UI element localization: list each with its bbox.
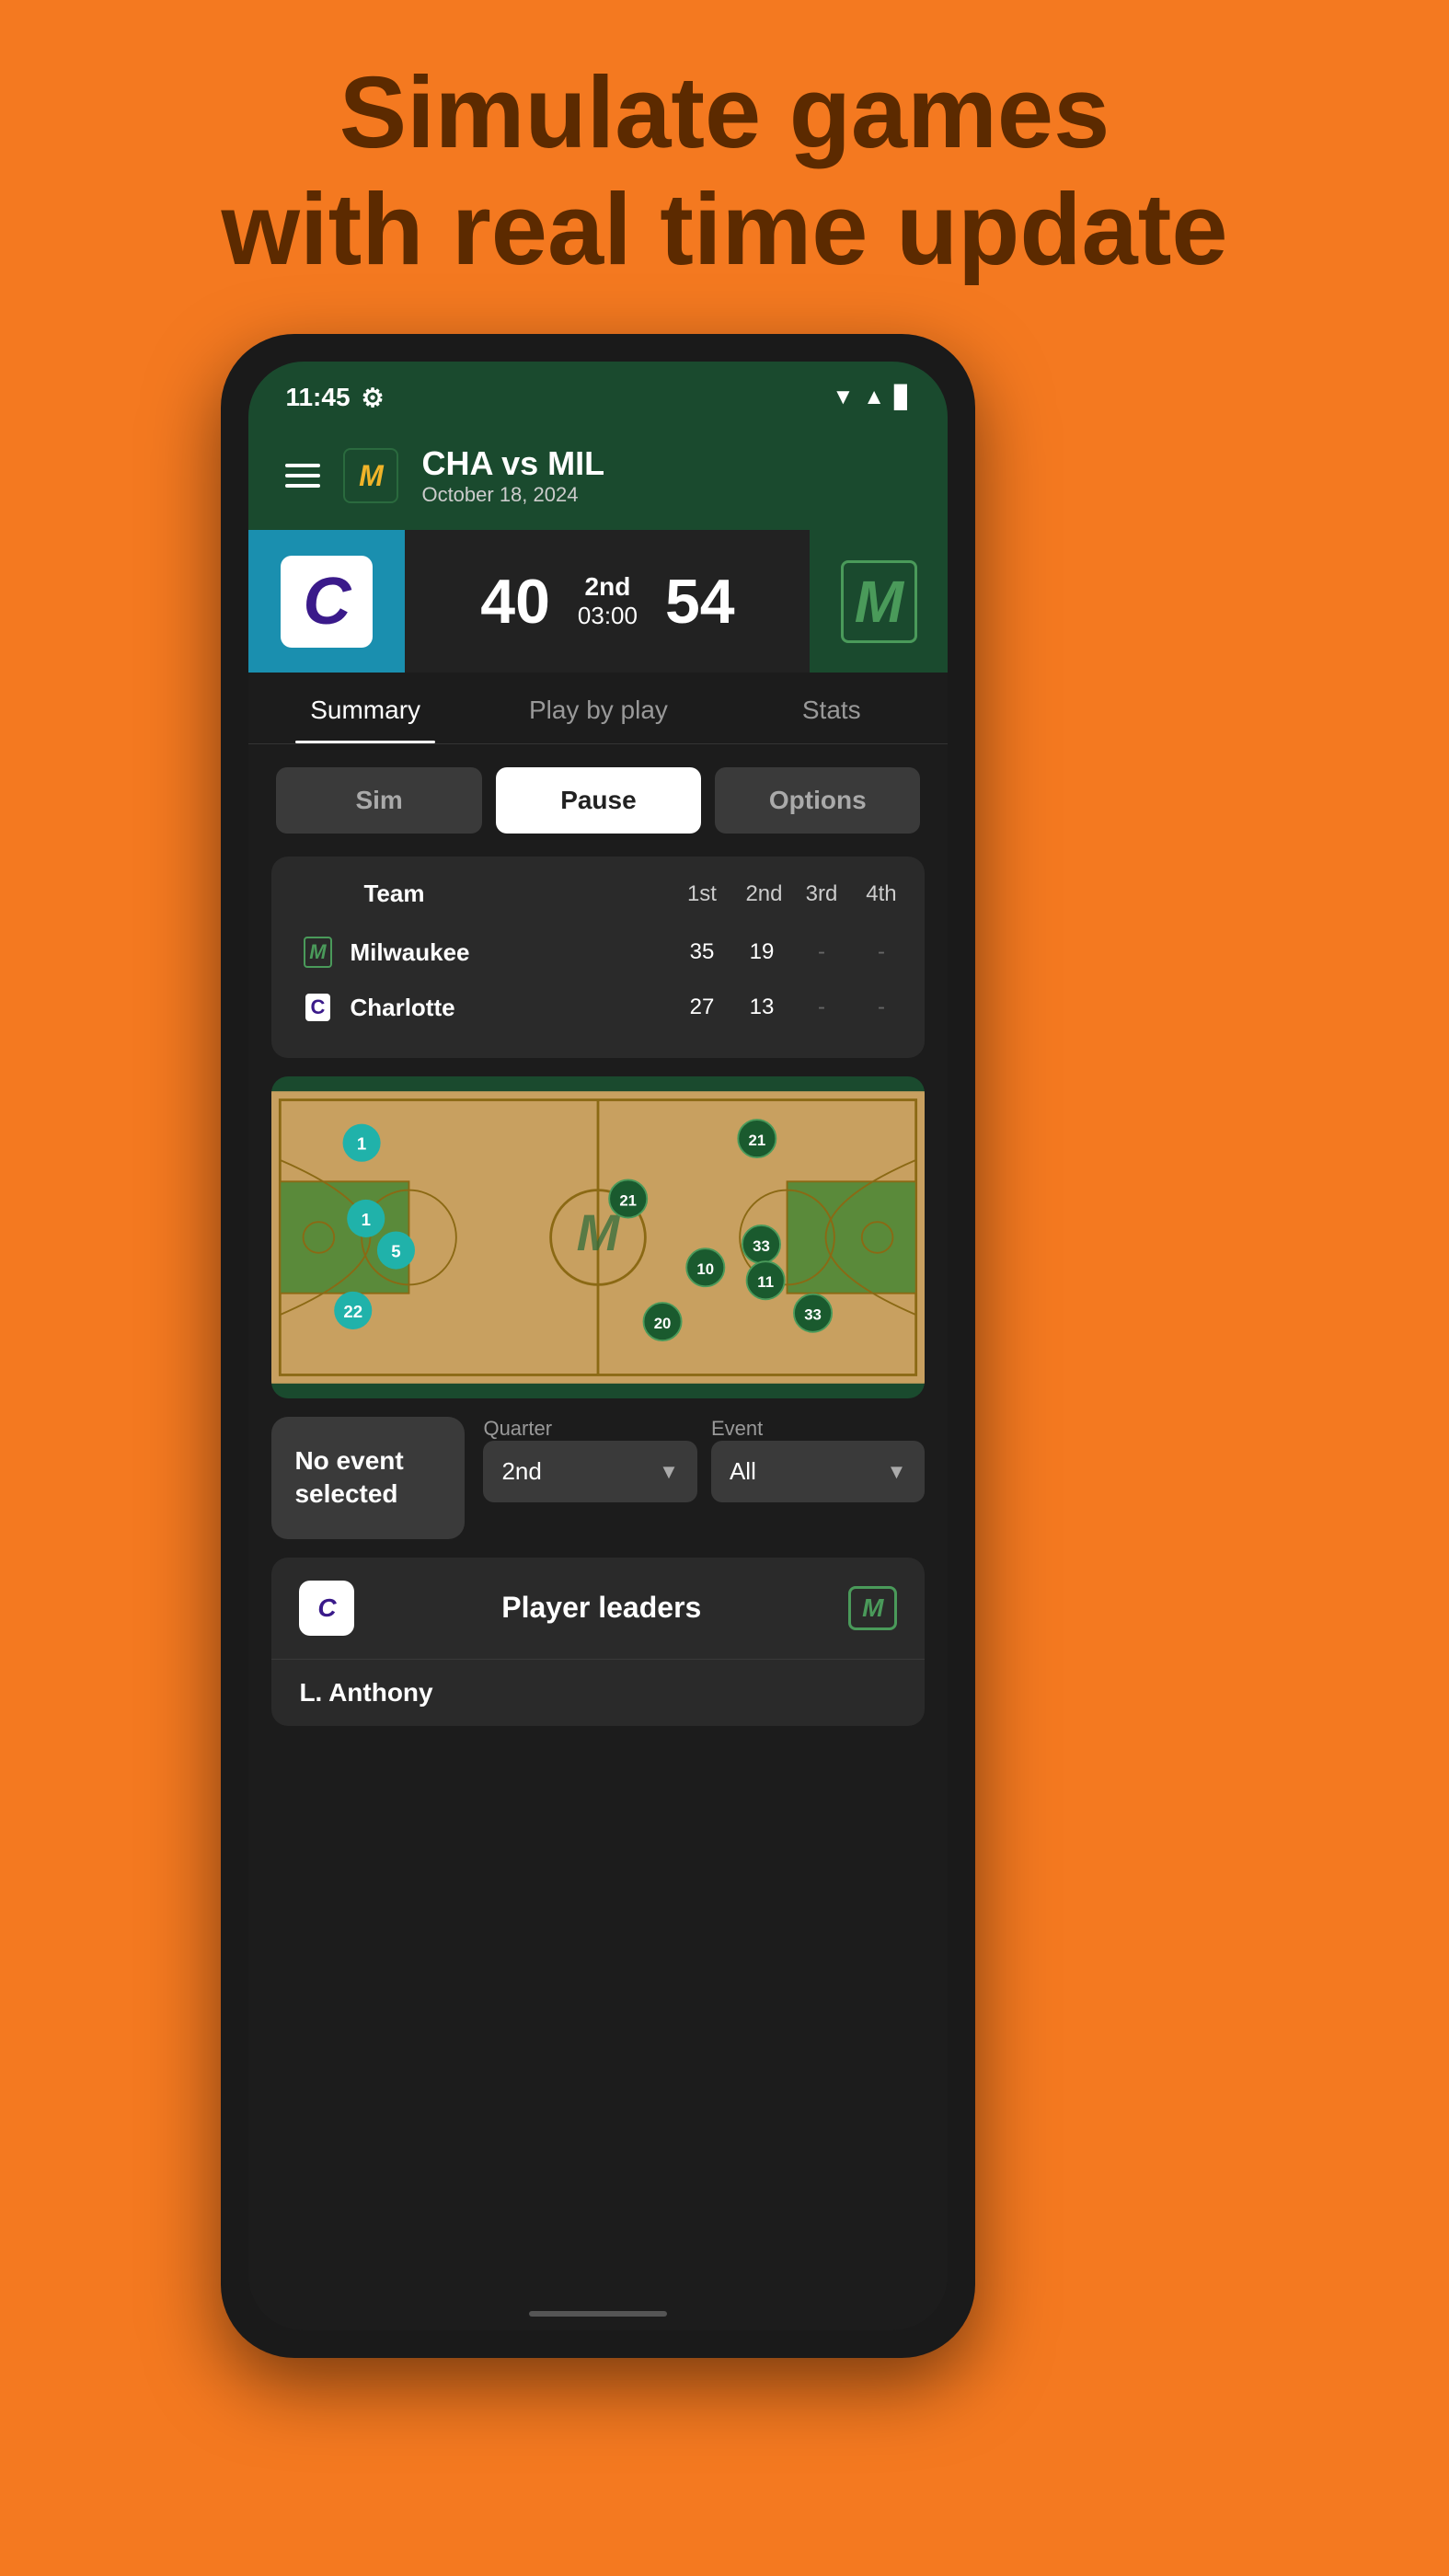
page-title-block: Simulate games with real time update — [221, 55, 1227, 288]
svg-text:22: 22 — [344, 1302, 363, 1321]
tab-stats[interactable]: Stats — [715, 673, 948, 743]
quarter-headers: 1st 2nd 3rd 4th — [685, 881, 897, 907]
event-section: No event selected Quarter 2nd ▼ — [271, 1417, 925, 1539]
signal-icon: ▲ — [863, 385, 885, 410]
svg-text:20: 20 — [654, 1315, 672, 1332]
mil-icon: M — [299, 934, 336, 971]
sim-button[interactable]: Sim — [276, 767, 481, 834]
svg-text:21: 21 — [749, 1132, 766, 1149]
header-team-logo: M — [343, 448, 398, 503]
svg-text:21: 21 — [620, 1191, 638, 1209]
pause-button[interactable]: Pause — [496, 767, 701, 834]
event-filter-item: Event All ▼ — [711, 1417, 926, 1502]
controls-bar: Sim Pause Options — [248, 744, 948, 857]
tab-play-by-play[interactable]: Play by play — [482, 673, 715, 743]
svg-text:1: 1 — [362, 1210, 371, 1229]
cha-icon: C — [299, 989, 336, 1026]
phone-screen: 11:45 ⚙ ▼ ▲ ▊ M CHA vs MIL — [248, 362, 948, 2330]
filter-section: Quarter 2nd ▼ Event All ▼ — [483, 1417, 925, 1539]
leaders-left-logo: C — [299, 1581, 354, 1636]
status-time-block: 11:45 ⚙ — [285, 383, 384, 413]
header-text-block: CHA vs MIL October 18, 2024 — [421, 444, 604, 507]
event-chevron-icon: ▼ — [887, 1460, 907, 1484]
event-value: All — [730, 1457, 756, 1486]
settings-icon: ⚙ — [362, 383, 385, 413]
player-leaders: C Player leaders M L. Anthony — [271, 1558, 925, 1726]
court-svg: M 1 1 5 22 — [271, 1076, 925, 1398]
svg-text:1: 1 — [357, 1134, 366, 1154]
tabs-bar: Summary Play by play Stats — [248, 673, 948, 744]
leader-name: L. Anthony — [271, 1660, 925, 1726]
leaders-right-logo: M — [848, 1586, 897, 1630]
svg-text:11: 11 — [758, 1273, 775, 1291]
svg-text:33: 33 — [805, 1306, 822, 1324]
svg-text:33: 33 — [753, 1237, 771, 1255]
game-date: October 18, 2024 — [421, 483, 604, 507]
page-background: Simulate games with real time update 11:… — [221, 0, 1227, 2358]
cha-name: Charlotte — [350, 994, 672, 1022]
svg-text:5: 5 — [392, 1241, 401, 1260]
cha-scores: 27 13 - - — [685, 995, 897, 1020]
score-period: 2nd — [578, 572, 638, 602]
charlotte-logo: C — [281, 556, 373, 648]
m-logo-icon: M — [359, 459, 384, 493]
options-button[interactable]: Options — [715, 767, 920, 834]
menu-button[interactable] — [285, 464, 320, 488]
status-time: 11:45 — [285, 383, 350, 412]
no-event-label: No event selected — [294, 1444, 442, 1512]
quarter-chevron-icon: ▼ — [659, 1460, 679, 1484]
mil-name: Milwaukee — [350, 938, 672, 967]
score-clock: 03:00 — [578, 602, 638, 630]
team-logo-left: C — [248, 530, 405, 673]
right-score: 54 — [665, 566, 735, 638]
content-area: Sim Pause Options Team 1st — [248, 744, 948, 2297]
score-center: 40 2nd 03:00 54 — [405, 530, 810, 673]
battery-icon: ▊ — [894, 385, 911, 411]
tab-summary[interactable]: Summary — [248, 673, 481, 743]
left-score: 40 — [480, 566, 550, 638]
leaders-title: Player leaders — [501, 1591, 701, 1625]
score-table: Team 1st 2nd 3rd 4th M Milwaukee — [271, 857, 925, 1058]
phone-device: 11:45 ⚙ ▼ ▲ ▊ M CHA vs MIL — [221, 334, 975, 2358]
event-label: Event — [711, 1417, 926, 1441]
event-dropdown[interactable]: All ▼ — [711, 1441, 926, 1502]
wifi-icon: ▼ — [832, 385, 854, 410]
table-row-charlotte: C Charlotte 27 13 - - — [299, 980, 897, 1035]
score-section: C 40 2nd 03:00 54 M — [248, 530, 948, 673]
quarter-value: 2nd — [501, 1457, 541, 1486]
status-bar: 11:45 ⚙ ▼ ▲ ▊ — [248, 362, 948, 426]
home-bar — [529, 2311, 667, 2317]
table-row-milwaukee: M Milwaukee 35 19 - - — [299, 925, 897, 980]
quarter-label: Quarter — [483, 1417, 697, 1441]
svg-text:10: 10 — [697, 1260, 715, 1278]
table-header: Team 1st 2nd 3rd 4th — [299, 880, 897, 908]
headline-line1: Simulate games with real time update — [221, 55, 1227, 288]
quarter-filter: Quarter 2nd ▼ — [483, 1417, 697, 1502]
home-indicator — [248, 2297, 948, 2330]
app-header: M CHA vs MIL October 18, 2024 — [248, 426, 948, 530]
game-title: CHA vs MIL — [421, 444, 604, 483]
quarter-dropdown[interactable]: 2nd ▼ — [483, 1441, 697, 1502]
leaders-header: C Player leaders M — [271, 1558, 925, 1660]
mil-scores: 35 19 - - — [685, 939, 897, 965]
basketball-court: M 1 1 5 22 — [271, 1076, 925, 1398]
no-event-box: No event selected — [271, 1417, 465, 1539]
score-mid: 2nd 03:00 — [578, 572, 638, 630]
team-col-header: Team — [363, 880, 667, 908]
team-logo-right: M — [810, 530, 948, 673]
filter-row: Quarter 2nd ▼ Event All ▼ — [483, 1417, 925, 1502]
milwaukee-logo: M — [841, 560, 917, 643]
status-icons: ▼ ▲ ▊ — [832, 385, 911, 411]
